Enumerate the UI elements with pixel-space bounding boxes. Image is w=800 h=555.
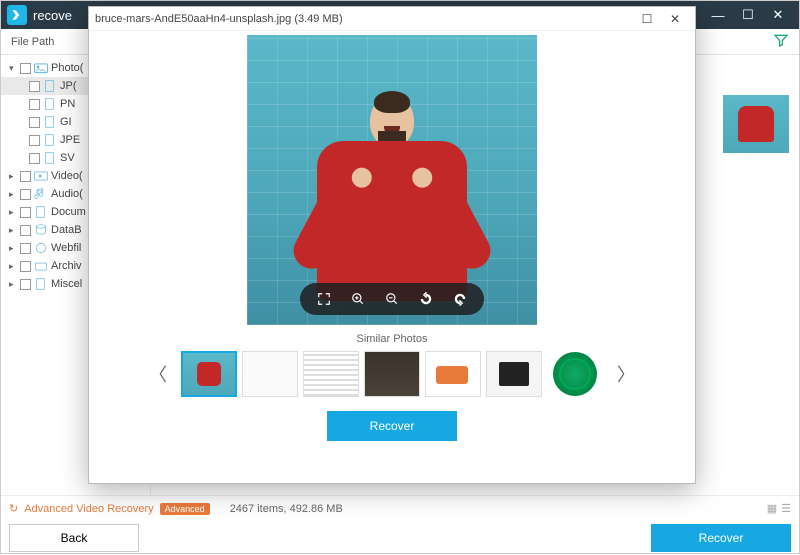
web-icon [34, 242, 48, 254]
image-folder-icon [34, 62, 48, 74]
view-toggle: ▦ ☰ [767, 502, 791, 515]
carousel-thumb[interactable] [547, 351, 603, 397]
archive-icon [34, 260, 48, 272]
chevron-right-icon[interactable]: ▸ [9, 279, 17, 290]
misc-icon [34, 278, 48, 290]
tree-label: Webfil [51, 242, 81, 254]
advanced-video-recovery-link[interactable]: Advanced Video Recovery Advanced [24, 503, 209, 515]
checkbox[interactable] [20, 279, 31, 290]
chevron-down-icon[interactable]: ▾ [9, 63, 17, 74]
checkbox[interactable] [20, 189, 31, 200]
refresh-icon[interactable]: ↻ [9, 502, 18, 515]
carousel-thumb[interactable] [486, 351, 542, 397]
close-button[interactable]: ✕ [763, 5, 793, 25]
rotate-left-icon[interactable] [418, 291, 434, 307]
chevron-right-icon[interactable]: ▸ [9, 207, 17, 218]
preview-modal: bruce-mars-AndE50aaHn4-unsplash.jpg (3.4… [88, 6, 696, 484]
checkbox[interactable] [20, 207, 31, 218]
tree-label: GI [60, 116, 72, 128]
carousel-thumb[interactable] [242, 351, 298, 397]
document-icon [34, 206, 48, 218]
back-button[interactable]: Back [9, 524, 139, 552]
carousel-prev-button[interactable]: 〈 [143, 361, 173, 387]
file-icon [43, 98, 57, 110]
checkbox[interactable] [20, 171, 31, 182]
file-icon [43, 116, 57, 128]
tree-label: DataB [51, 224, 82, 236]
adv-label: Advanced Video Recovery [24, 503, 153, 515]
checkbox[interactable] [20, 225, 31, 236]
tree-label: Archiv [51, 260, 82, 272]
checkbox[interactable] [20, 63, 31, 74]
carousel-next-button[interactable]: 〉 [611, 361, 641, 387]
item-count: 2467 items, 492.86 MB [230, 503, 343, 515]
image-controls [300, 283, 484, 315]
carousel-thumb[interactable] [425, 351, 481, 397]
file-icon [43, 152, 57, 164]
chevron-right-icon[interactable]: ▸ [9, 243, 17, 254]
grid-view-icon[interactable]: ▦ [767, 502, 777, 515]
tree-label: Docum [51, 206, 86, 218]
fullscreen-icon[interactable] [316, 291, 332, 307]
preview-image-container [89, 31, 695, 325]
tree-label: SV [60, 152, 75, 164]
file-icon [43, 80, 57, 92]
preview-close-button[interactable]: ✕ [661, 10, 689, 28]
checkbox[interactable] [29, 99, 40, 110]
carousel-thumb[interactable] [364, 351, 420, 397]
chevron-right-icon[interactable]: ▸ [9, 225, 17, 236]
chevron-right-icon[interactable]: ▸ [9, 261, 17, 272]
audio-icon [34, 188, 48, 200]
similar-photos-label: Similar Photos [89, 333, 695, 345]
checkbox[interactable] [29, 81, 40, 92]
app-logo [7, 5, 27, 25]
checkbox[interactable] [29, 153, 40, 164]
preview-recover-button[interactable]: Recover [327, 411, 457, 441]
recover-button[interactable]: Recover [651, 524, 791, 552]
minimize-button[interactable]: — [703, 5, 733, 25]
chevron-right-icon[interactable]: ▸ [9, 171, 17, 182]
tree-label: Audio( [51, 188, 83, 200]
chevron-right-icon[interactable]: ▸ [9, 189, 17, 200]
checkbox[interactable] [29, 117, 40, 128]
similar-carousel: 〈 〉 [89, 351, 695, 397]
tree-label: JP( [60, 80, 77, 92]
checkbox[interactable] [20, 261, 31, 272]
video-icon [34, 170, 48, 182]
maximize-button[interactable]: ☐ [733, 5, 763, 25]
rotate-right-icon[interactable] [452, 291, 468, 307]
preview-titlebar: bruce-mars-AndE50aaHn4-unsplash.jpg (3.4… [89, 7, 695, 31]
tree-label: PN [60, 98, 75, 110]
list-view-icon[interactable]: ☰ [781, 502, 791, 515]
preview-thumbnail [723, 95, 789, 153]
tree-label: Photo( [51, 62, 83, 74]
filter-icon[interactable] [773, 32, 789, 51]
advanced-badge: Advanced [160, 503, 210, 515]
zoom-in-icon[interactable] [350, 291, 366, 307]
tree-label: Miscel [51, 278, 82, 290]
preview-image [247, 35, 537, 325]
carousel-thumb[interactable] [181, 351, 237, 397]
preview-filename: bruce-mars-AndE50aaHn4-unsplash.jpg (3.4… [95, 13, 343, 25]
tree-label: JPE [60, 134, 80, 146]
zoom-out-icon[interactable] [384, 291, 400, 307]
file-path-label: File Path [11, 36, 54, 48]
footer: Back Recover [1, 521, 799, 555]
window-controls: — ☐ ✕ [703, 5, 793, 25]
carousel-thumb[interactable] [303, 351, 359, 397]
checkbox[interactable] [29, 135, 40, 146]
status-bar: ↻ Advanced Video Recovery Advanced 2467 … [1, 495, 799, 521]
brand-text: recove [33, 8, 72, 23]
database-icon [34, 224, 48, 236]
preview-maximize-button[interactable]: ☐ [633, 10, 661, 28]
file-icon [43, 134, 57, 146]
checkbox[interactable] [20, 243, 31, 254]
tree-label: Video( [51, 170, 83, 182]
